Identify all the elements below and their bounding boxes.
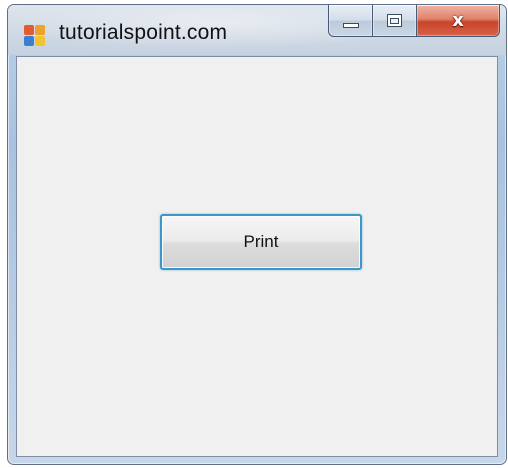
minimize-icon [342, 23, 359, 28]
close-icon: x [452, 9, 464, 31]
minimize-button[interactable] [328, 5, 373, 37]
print-button[interactable]: Print [160, 214, 362, 270]
close-button[interactable]: x [417, 5, 500, 37]
caption-buttons: x [328, 5, 502, 39]
windows-form-icon[interactable] [24, 25, 46, 47]
app-window: tutorialspoint.com x Print [7, 4, 507, 465]
maximize-button[interactable] [373, 5, 417, 37]
form-client-area: Print [16, 56, 498, 457]
title-bar[interactable]: tutorialspoint.com x [8, 5, 506, 55]
maximize-icon [387, 14, 402, 27]
window-title: tutorialspoint.com [59, 21, 228, 44]
